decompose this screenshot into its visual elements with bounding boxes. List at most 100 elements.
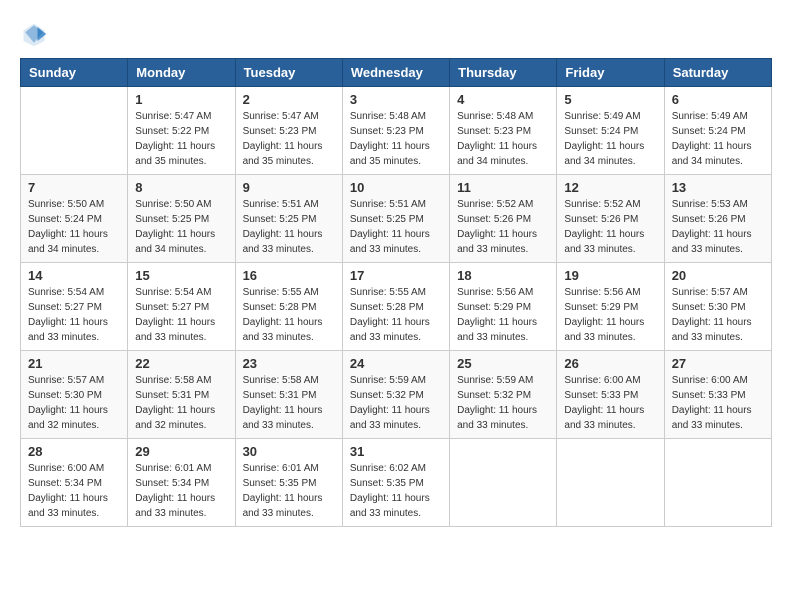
day-info: Sunrise: 6:00 AM Sunset: 5:33 PM Dayligh… [564,373,656,433]
day-number: 29 [135,444,227,459]
day-info: Sunrise: 5:49 AM Sunset: 5:24 PM Dayligh… [672,109,764,169]
day-cell [557,439,664,527]
day-cell: 30 Sunrise: 6:01 AM Sunset: 5:35 PM Dayli… [235,439,342,527]
day-number: 14 [28,268,120,283]
day-number: 8 [135,180,227,195]
day-info: Sunrise: 5:47 AM Sunset: 5:23 PM Dayligh… [243,109,335,169]
day-cell: 5 Sunrise: 5:49 AM Sunset: 5:24 PM Daylig… [557,87,664,175]
day-number: 21 [28,356,120,371]
day-cell: 1 Sunrise: 5:47 AM Sunset: 5:22 PM Daylig… [128,87,235,175]
day-info: Sunrise: 5:51 AM Sunset: 5:25 PM Dayligh… [243,197,335,257]
day-info: Sunrise: 5:48 AM Sunset: 5:23 PM Dayligh… [350,109,442,169]
day-number: 6 [672,92,764,107]
day-number: 10 [350,180,442,195]
day-cell: 9 Sunrise: 5:51 AM Sunset: 5:25 PM Daylig… [235,175,342,263]
day-info: Sunrise: 5:59 AM Sunset: 5:32 PM Dayligh… [457,373,549,433]
day-number: 2 [243,92,335,107]
day-number: 13 [672,180,764,195]
day-cell: 12 Sunrise: 5:52 AM Sunset: 5:26 PM Dayli… [557,175,664,263]
day-info: Sunrise: 6:00 AM Sunset: 5:33 PM Dayligh… [672,373,764,433]
day-cell [21,87,128,175]
day-cell: 14 Sunrise: 5:54 AM Sunset: 5:27 PM Dayli… [21,263,128,351]
day-cell: 22 Sunrise: 5:58 AM Sunset: 5:31 PM Dayli… [128,351,235,439]
day-info: Sunrise: 5:51 AM Sunset: 5:25 PM Dayligh… [350,197,442,257]
day-cell: 13 Sunrise: 5:53 AM Sunset: 5:26 PM Dayli… [664,175,771,263]
weekday-header-saturday: Saturday [664,59,771,87]
day-info: Sunrise: 5:55 AM Sunset: 5:28 PM Dayligh… [350,285,442,345]
week-row-5: 28Sunrise: 6:00 AM Sunset: 5:34 PM Dayli… [21,439,772,527]
day-info: Sunrise: 5:58 AM Sunset: 5:31 PM Dayligh… [243,373,335,433]
day-cell: 23 Sunrise: 5:58 AM Sunset: 5:31 PM Dayli… [235,351,342,439]
weekday-header-monday: Monday [128,59,235,87]
day-number: 30 [243,444,335,459]
day-info: Sunrise: 5:50 AM Sunset: 5:24 PM Dayligh… [28,197,120,257]
day-cell [450,439,557,527]
day-number: 18 [457,268,549,283]
day-number: 5 [564,92,656,107]
day-info: Sunrise: 5:57 AM Sunset: 5:30 PM Dayligh… [672,285,764,345]
calendar: SundayMondayTuesdayWednesdayThursdayFrid… [20,58,772,527]
day-cell: 8 Sunrise: 5:50 AM Sunset: 5:25 PM Daylig… [128,175,235,263]
day-cell: 10 Sunrise: 5:51 AM Sunset: 5:25 PM Dayli… [342,175,449,263]
day-info: Sunrise: 5:52 AM Sunset: 5:26 PM Dayligh… [457,197,549,257]
day-number: 9 [243,180,335,195]
day-info: Sunrise: 5:49 AM Sunset: 5:24 PM Dayligh… [564,109,656,169]
day-info: Sunrise: 5:50 AM Sunset: 5:25 PM Dayligh… [135,197,227,257]
week-row-2: 7 Sunrise: 5:50 AM Sunset: 5:24 PM Daylig… [21,175,772,263]
day-cell: 25 Sunrise: 5:59 AM Sunset: 5:32 PM Dayli… [450,351,557,439]
day-info: Sunrise: 6:01 AM Sunset: 5:35 PM Dayligh… [243,461,335,521]
day-number: 22 [135,356,227,371]
weekday-header-thursday: Thursday [450,59,557,87]
day-cell: 2 Sunrise: 5:47 AM Sunset: 5:23 PM Daylig… [235,87,342,175]
day-info: Sunrise: 5:55 AM Sunset: 5:28 PM Dayligh… [243,285,335,345]
day-number: 17 [350,268,442,283]
day-number: 31 [350,444,442,459]
day-cell: 3Sunrise: 5:48 AM Sunset: 5:23 PM Daylig… [342,87,449,175]
day-number: 25 [457,356,549,371]
weekday-header-sunday: Sunday [21,59,128,87]
day-cell: 17 Sunrise: 5:55 AM Sunset: 5:28 PM Dayli… [342,263,449,351]
week-row-4: 21Sunrise: 5:57 AM Sunset: 5:30 PM Dayli… [21,351,772,439]
day-info: Sunrise: 6:02 AM Sunset: 5:35 PM Dayligh… [350,461,442,521]
day-number: 1 [135,92,227,107]
day-cell: 24Sunrise: 5:59 AM Sunset: 5:32 PM Dayli… [342,351,449,439]
weekday-header-friday: Friday [557,59,664,87]
day-number: 20 [672,268,764,283]
day-info: Sunrise: 5:54 AM Sunset: 5:27 PM Dayligh… [135,285,227,345]
day-cell: 21Sunrise: 5:57 AM Sunset: 5:30 PM Dayli… [21,351,128,439]
weekday-header-tuesday: Tuesday [235,59,342,87]
day-info: Sunrise: 6:01 AM Sunset: 5:34 PM Dayligh… [135,461,227,521]
day-number: 11 [457,180,549,195]
day-cell: 16 Sunrise: 5:55 AM Sunset: 5:28 PM Dayli… [235,263,342,351]
day-number: 26 [564,356,656,371]
day-cell: 27Sunrise: 6:00 AM Sunset: 5:33 PM Dayli… [664,351,771,439]
logo [20,20,52,48]
day-info: Sunrise: 5:48 AM Sunset: 5:23 PM Dayligh… [457,109,549,169]
day-number: 23 [243,356,335,371]
day-info: Sunrise: 5:54 AM Sunset: 5:27 PM Dayligh… [28,285,120,345]
day-cell: 4 Sunrise: 5:48 AM Sunset: 5:23 PM Daylig… [450,87,557,175]
day-info: Sunrise: 5:56 AM Sunset: 5:29 PM Dayligh… [457,285,549,345]
day-info: Sunrise: 6:00 AM Sunset: 5:34 PM Dayligh… [28,461,120,521]
day-number: 7 [28,180,120,195]
weekday-header-row: SundayMondayTuesdayWednesdayThursdayFrid… [21,59,772,87]
day-info: Sunrise: 5:58 AM Sunset: 5:31 PM Dayligh… [135,373,227,433]
day-cell: 18 Sunrise: 5:56 AM Sunset: 5:29 PM Dayli… [450,263,557,351]
day-number: 16 [243,268,335,283]
logo-icon [20,20,48,48]
week-row-3: 14 Sunrise: 5:54 AM Sunset: 5:27 PM Dayli… [21,263,772,351]
day-cell: 11 Sunrise: 5:52 AM Sunset: 5:26 PM Dayli… [450,175,557,263]
day-cell: 15Sunrise: 5:54 AM Sunset: 5:27 PM Dayli… [128,263,235,351]
day-cell: 6 Sunrise: 5:49 AM Sunset: 5:24 PM Daylig… [664,87,771,175]
day-cell [664,439,771,527]
day-cell: 20 Sunrise: 5:57 AM Sunset: 5:30 PM Dayli… [664,263,771,351]
day-number: 4 [457,92,549,107]
day-info: Sunrise: 5:47 AM Sunset: 5:22 PM Dayligh… [135,109,227,169]
day-info: Sunrise: 5:52 AM Sunset: 5:26 PM Dayligh… [564,197,656,257]
day-cell: 19Sunrise: 5:56 AM Sunset: 5:29 PM Dayli… [557,263,664,351]
day-info: Sunrise: 5:56 AM Sunset: 5:29 PM Dayligh… [564,285,656,345]
day-number: 24 [350,356,442,371]
day-info: Sunrise: 5:53 AM Sunset: 5:26 PM Dayligh… [672,197,764,257]
day-number: 12 [564,180,656,195]
day-cell: 31 Sunrise: 6:02 AM Sunset: 5:35 PM Dayli… [342,439,449,527]
